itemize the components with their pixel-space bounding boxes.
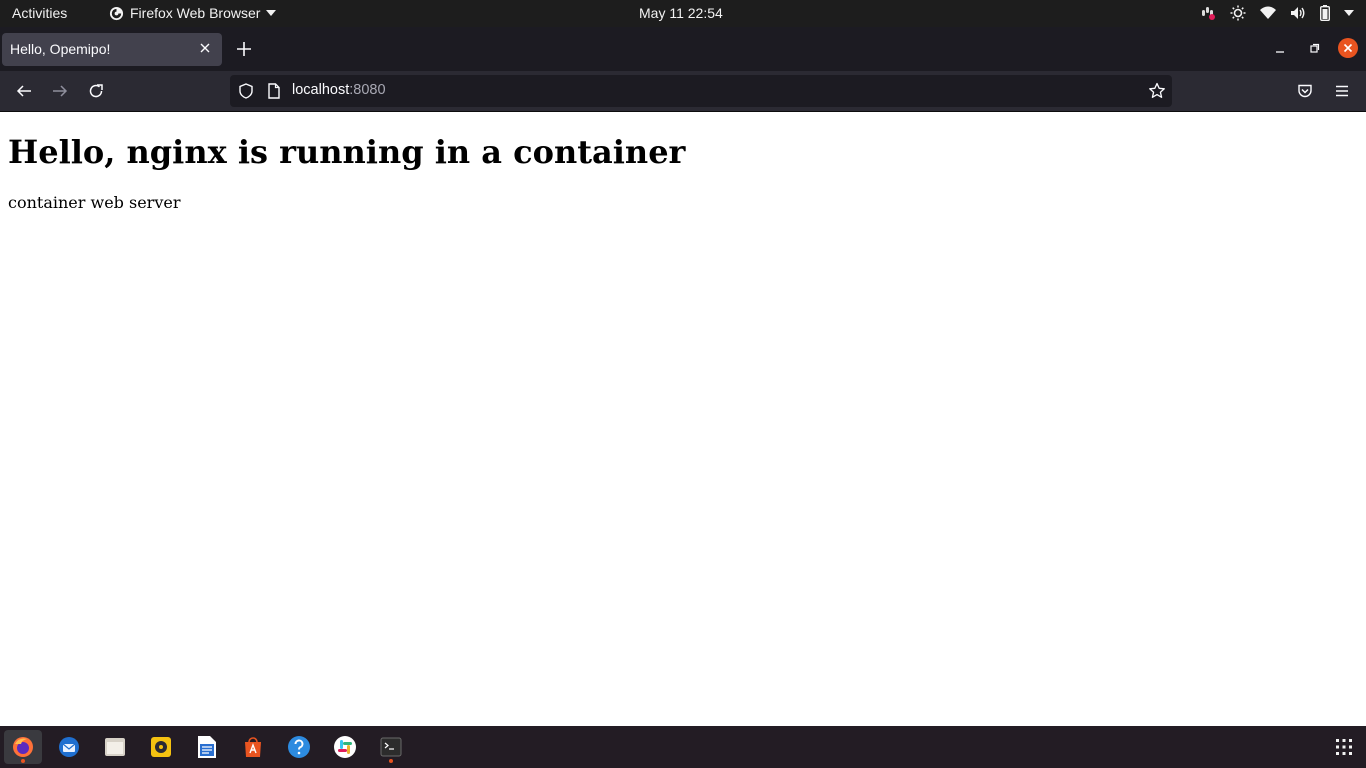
new-tab-icon[interactable]	[236, 41, 252, 57]
url-text: localhost:8080	[292, 82, 386, 98]
firefox-small-icon	[109, 6, 124, 20]
url-bar[interactable]: localhost:8080	[230, 75, 1172, 107]
dock-rhythmbox[interactable]	[142, 730, 180, 764]
firefox-icon	[13, 737, 33, 757]
slack-tray-icon	[1202, 7, 1215, 20]
minimize-icon[interactable]	[1271, 40, 1289, 58]
wifi-icon	[1260, 6, 1276, 19]
files-icon	[105, 738, 125, 756]
reload-icon[interactable]	[88, 83, 104, 99]
rhythmbox-icon	[151, 737, 171, 757]
pocket-icon[interactable]	[1297, 83, 1313, 99]
thunderbird-icon	[59, 737, 79, 757]
tab-strip: Hello, Opemipo!	[0, 27, 1366, 71]
window-close-icon[interactable]	[1338, 38, 1358, 58]
dock-terminal[interactable]	[372, 730, 410, 764]
writer-icon	[198, 736, 216, 758]
dock-thunderbird[interactable]	[50, 730, 88, 764]
app-menu[interactable]: Firefox Web Browser	[109, 5, 277, 21]
show-applications-icon[interactable]	[1336, 739, 1352, 755]
running-indicator	[21, 759, 25, 763]
page-paragraph: container web server	[8, 193, 181, 212]
app-menu-label: Firefox Web Browser	[130, 5, 261, 21]
clock[interactable]: May 11 22:54	[639, 5, 723, 21]
running-indicator	[389, 759, 393, 763]
brightness-icon	[1230, 5, 1246, 21]
activities-button[interactable]: Activities	[12, 5, 67, 21]
dock-files[interactable]	[96, 730, 134, 764]
page-info-icon[interactable]	[267, 83, 281, 99]
help-icon	[288, 736, 310, 758]
system-top-bar: Activities Firefox Web Browser May 11 22…	[0, 0, 1366, 27]
url-host: localhost	[292, 82, 350, 98]
tracking-protection-shield-icon[interactable]	[238, 83, 254, 99]
terminal-icon	[380, 737, 402, 757]
chevron-down-icon	[266, 10, 277, 16]
dock-slack[interactable]	[326, 730, 364, 764]
back-arrow-icon[interactable]	[16, 83, 32, 99]
hamburger-menu-icon[interactable]	[1334, 83, 1350, 99]
dock	[0, 726, 1366, 768]
dock-software[interactable]	[234, 730, 272, 764]
navigation-toolbar: localhost:8080	[0, 71, 1366, 112]
software-icon	[245, 737, 261, 757]
dock-help[interactable]	[280, 730, 318, 764]
dock-firefox[interactable]	[4, 730, 42, 764]
slack-icon	[334, 736, 356, 758]
volume-icon	[1291, 7, 1305, 19]
dock-writer[interactable]	[188, 730, 226, 764]
tab-close-icon[interactable]	[198, 41, 212, 55]
tab-active[interactable]: Hello, Opemipo!	[2, 33, 222, 66]
tab-title: Hello, Opemipo!	[10, 41, 111, 57]
battery-icon	[1320, 5, 1330, 21]
system-menu-chevron-icon	[1344, 10, 1354, 16]
page-content: Hello, nginx is running in a container c…	[0, 112, 1366, 726]
forward-arrow-icon[interactable]	[52, 83, 68, 99]
restore-icon[interactable]	[1305, 40, 1323, 58]
bookmark-star-icon[interactable]	[1148, 82, 1166, 100]
url-port: :8080	[349, 82, 386, 98]
page-heading: Hello, nginx is running in a container	[8, 133, 686, 171]
system-tray[interactable]	[1200, 5, 1354, 21]
